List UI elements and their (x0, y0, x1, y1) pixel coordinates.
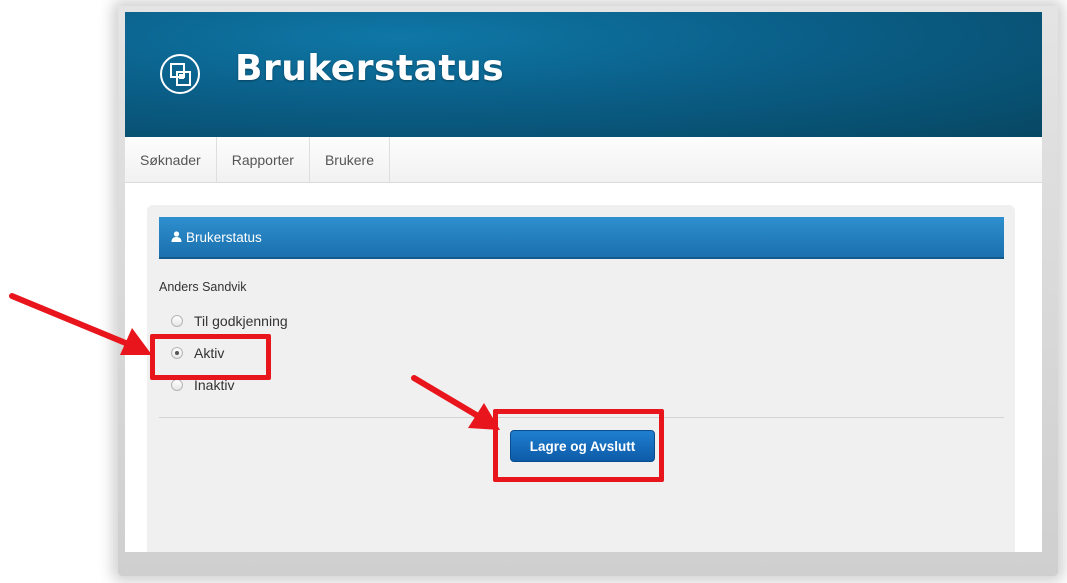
nav-item-rapporter[interactable]: Rapporter (217, 137, 310, 183)
nav-item-soknader[interactable]: Søknader (125, 137, 217, 183)
user-name: Anders Sandvik (159, 280, 247, 294)
status-option-til-godkjenning[interactable]: Til godkjenning (171, 313, 288, 329)
status-option-aktiv[interactable]: Aktiv (171, 345, 224, 361)
status-option-label: Inaktiv (194, 377, 235, 393)
main-content: Brukerstatus Anders Sandvik Til godkjenn… (125, 183, 1042, 552)
radio-unchecked[interactable] (171, 379, 183, 391)
panel-divider (159, 417, 1004, 418)
nav-item-brukere[interactable]: Brukere (310, 137, 390, 183)
status-option-inaktiv[interactable]: Inaktiv (171, 377, 234, 393)
main-nav: Søknader Rapporter Brukere (125, 137, 1042, 183)
status-option-label: Aktiv (194, 345, 225, 361)
brukerstatus-panel: Brukerstatus Anders Sandvik Til godkjenn… (147, 205, 1015, 552)
panel-heading: Brukerstatus (159, 217, 1004, 259)
app-window: Brukerstatus Søknader Rapporter Brukere … (125, 12, 1042, 552)
radio-unchecked[interactable] (171, 315, 183, 327)
app-title: Brukerstatus (235, 48, 505, 89)
app-header: Brukerstatus (125, 12, 1042, 137)
layers-icon (160, 54, 200, 94)
radio-checked[interactable] (171, 347, 183, 359)
user-icon (171, 230, 182, 245)
status-option-label: Til godkjenning (194, 313, 288, 329)
panel-heading-title: Brukerstatus (186, 229, 262, 245)
save-button[interactable]: Lagre og Avslutt (510, 430, 655, 462)
